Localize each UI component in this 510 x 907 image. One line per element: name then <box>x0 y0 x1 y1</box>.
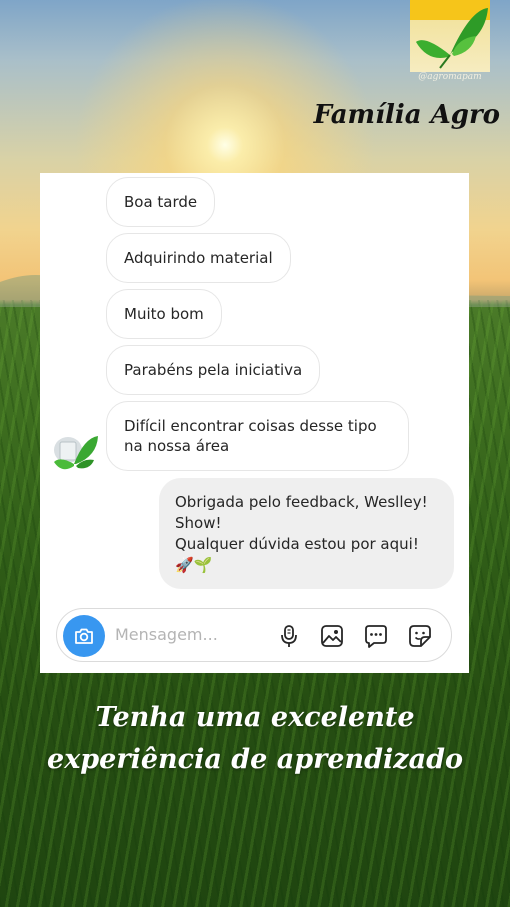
slogan-line: experiência de aprendizado <box>47 744 463 775</box>
slogan-line: Tenha uma excelente <box>95 702 415 733</box>
message-text: Qualquer dúvida estou por aqui! <box>175 535 419 553</box>
message-input[interactable]: Mensagem... <box>115 625 218 644</box>
message-text: Difícil encontrar coisas desse tipo <box>124 417 377 435</box>
message-text: Boa tarde <box>124 193 198 211</box>
brand-logo <box>410 0 490 72</box>
message-text: Show! <box>175 514 222 532</box>
message-composer: Mensagem... <box>56 608 452 662</box>
image-icon[interactable] <box>319 623 345 649</box>
message-text: Obrigada pelo feedback, Weslley! <box>175 493 428 511</box>
message-text: Muito bom <box>124 305 204 323</box>
message-bubble-incoming[interactable]: Adquirindo material <box>106 233 291 283</box>
message-bubble-outgoing[interactable]: Obrigada pelo feedback, Weslley! Show! Q… <box>159 478 454 589</box>
message-bubble-incoming[interactable]: Boa tarde <box>106 177 216 227</box>
microphone-icon[interactable] <box>276 623 302 649</box>
avatar[interactable] <box>50 430 100 476</box>
message-bubble-incoming[interactable]: Parabéns pela iniciativa <box>106 345 321 395</box>
message-text: na nossa área <box>124 437 230 455</box>
message-text: Parabéns pela iniciativa <box>124 361 303 379</box>
brand-title: Família Agro <box>313 100 500 130</box>
message-bubble-incoming[interactable]: Difícil encontrar coisas desse tipo na n… <box>106 401 409 471</box>
camera-button[interactable] <box>63 615 105 657</box>
sticker-icon[interactable] <box>407 623 433 649</box>
message-text: Adquirindo material <box>124 249 273 267</box>
message-bubble-incoming[interactable]: Muito bom <box>106 289 222 339</box>
logo-handle: @agromapam <box>418 72 482 82</box>
chat-card: Boa tarde Adquirindo material Muito bom … <box>40 173 469 673</box>
message-emoji: 🚀🌱 <box>175 556 213 574</box>
chat-options-icon[interactable] <box>363 623 389 649</box>
leaf-icon <box>416 8 488 69</box>
camera-icon <box>75 628 93 644</box>
slogan: Tenha uma excelente experiência de apren… <box>0 697 510 781</box>
